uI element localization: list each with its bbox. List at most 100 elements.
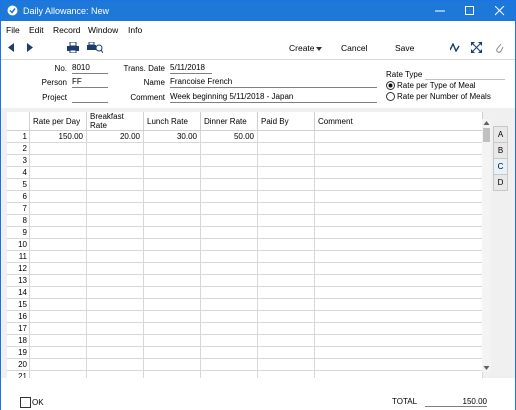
close-button[interactable]: [485, 1, 515, 21]
grid-cell[interactable]: [257, 334, 315, 347]
no-field[interactable]: 8010: [72, 63, 108, 74]
grid-cell[interactable]: [257, 214, 315, 227]
table-row[interactable]: 6: [7, 190, 483, 203]
grid-cell[interactable]: [314, 310, 483, 323]
grid-cell[interactable]: [200, 202, 258, 215]
grid-cell[interactable]: [143, 298, 201, 311]
tab-d[interactable]: D: [493, 174, 508, 191]
tab-a[interactable]: A: [493, 126, 508, 143]
grid-cell[interactable]: [200, 226, 258, 239]
grid-cell[interactable]: [314, 298, 483, 311]
grid-cell[interactable]: [29, 334, 87, 347]
save-button[interactable]: Save: [395, 43, 414, 53]
expand-icon[interactable]: [471, 42, 482, 53]
grid-cell[interactable]: [257, 346, 315, 359]
rate-per-type-label[interactable]: Rate per Type of Meal: [397, 81, 476, 90]
grid-cell[interactable]: [257, 298, 315, 311]
grid-cell[interactable]: [29, 214, 87, 227]
grid-cell[interactable]: 20.00: [86, 130, 144, 143]
grid-cell[interactable]: [314, 226, 483, 239]
trans-date-field[interactable]: 5/11/2018: [170, 63, 212, 74]
grid-cell[interactable]: [200, 322, 258, 335]
table-row[interactable]: 14: [7, 286, 483, 299]
grid-cell[interactable]: [143, 262, 201, 275]
grid-cell[interactable]: [257, 262, 315, 275]
menu-file[interactable]: File: [6, 25, 20, 35]
rate-per-number-label[interactable]: Rate per Number of Meals: [397, 92, 491, 101]
grid-cell[interactable]: [200, 250, 258, 263]
grid-cell[interactable]: [143, 154, 201, 167]
table-row[interactable]: 10: [7, 238, 483, 251]
grid-cell[interactable]: [200, 286, 258, 299]
grid-cell[interactable]: [143, 214, 201, 227]
name-field[interactable]: Francoise French: [170, 77, 377, 88]
grid-cell[interactable]: [257, 154, 315, 167]
grid-scrollbar[interactable]: [482, 119, 491, 372]
grid-cell[interactable]: [86, 214, 144, 227]
table-row[interactable]: 4: [7, 166, 483, 179]
grid-cell[interactable]: [86, 346, 144, 359]
grid-cell[interactable]: [29, 274, 87, 287]
grid-cell[interactable]: [314, 190, 483, 203]
create-button[interactable]: Create: [289, 43, 315, 53]
grid-cell[interactable]: [257, 202, 315, 215]
grid-cell[interactable]: [143, 250, 201, 263]
menu-record[interactable]: Record: [53, 25, 80, 35]
grid-cell[interactable]: [29, 358, 87, 371]
grid-cell[interactable]: [143, 190, 201, 203]
menu-edit[interactable]: Edit: [29, 25, 44, 35]
grid-cell[interactable]: [314, 154, 483, 167]
table-row[interactable]: 9: [7, 226, 483, 239]
grid-cell[interactable]: [200, 310, 258, 323]
grid-cell[interactable]: [86, 166, 144, 179]
grid-cell[interactable]: [29, 346, 87, 359]
grid-cell[interactable]: [257, 226, 315, 239]
grid-cell[interactable]: [86, 178, 144, 191]
grid-cell[interactable]: [257, 166, 315, 179]
grid-cell[interactable]: [29, 250, 87, 263]
table-row[interactable]: 15: [7, 298, 483, 311]
grid-cell[interactable]: [200, 334, 258, 347]
grid-cell[interactable]: [143, 334, 201, 347]
grid-cell[interactable]: [314, 178, 483, 191]
grid-cell[interactable]: [314, 166, 483, 179]
grid-cell[interactable]: [143, 178, 201, 191]
grid-cell[interactable]: [257, 178, 315, 191]
grid-cell[interactable]: [257, 238, 315, 251]
grid-cell[interactable]: [29, 262, 87, 275]
grid-cell[interactable]: [29, 166, 87, 179]
grid-cell[interactable]: [86, 154, 144, 167]
grid-cell[interactable]: [86, 274, 144, 287]
grid-cell[interactable]: [257, 286, 315, 299]
grid-cell[interactable]: [314, 346, 483, 359]
person-field[interactable]: FF: [72, 77, 108, 88]
table-row[interactable]: 17: [7, 322, 483, 335]
grid-cell[interactable]: [29, 310, 87, 323]
grid-cell[interactable]: [257, 310, 315, 323]
grid-cell[interactable]: [29, 142, 87, 155]
grid-cell[interactable]: [86, 142, 144, 155]
grid-cell[interactable]: [257, 190, 315, 203]
grid-cell[interactable]: [86, 238, 144, 251]
grid-cell[interactable]: [314, 274, 483, 287]
grid-cell[interactable]: [314, 238, 483, 251]
grid-cell[interactable]: [200, 142, 258, 155]
grid-cell[interactable]: [200, 358, 258, 371]
print-icon[interactable]: [67, 42, 79, 53]
table-row[interactable]: 3: [7, 154, 483, 167]
grid-cell[interactable]: [29, 286, 87, 299]
grid-cell[interactable]: [200, 166, 258, 179]
grid-cell[interactable]: 30.00: [143, 130, 201, 143]
grid-cell[interactable]: [143, 226, 201, 239]
table-row[interactable]: 12: [7, 262, 483, 275]
grid-cell[interactable]: [143, 274, 201, 287]
grid-cell[interactable]: [29, 322, 87, 335]
tab-b[interactable]: B: [493, 142, 508, 159]
grid-cell[interactable]: [257, 358, 315, 371]
pulse-icon[interactable]: [450, 43, 460, 52]
menu-window[interactable]: Window: [88, 25, 118, 35]
grid-cell[interactable]: [143, 166, 201, 179]
grid-cell[interactable]: [257, 142, 315, 155]
grid-cell[interactable]: [200, 262, 258, 275]
table-row[interactable]: 20: [7, 358, 483, 371]
